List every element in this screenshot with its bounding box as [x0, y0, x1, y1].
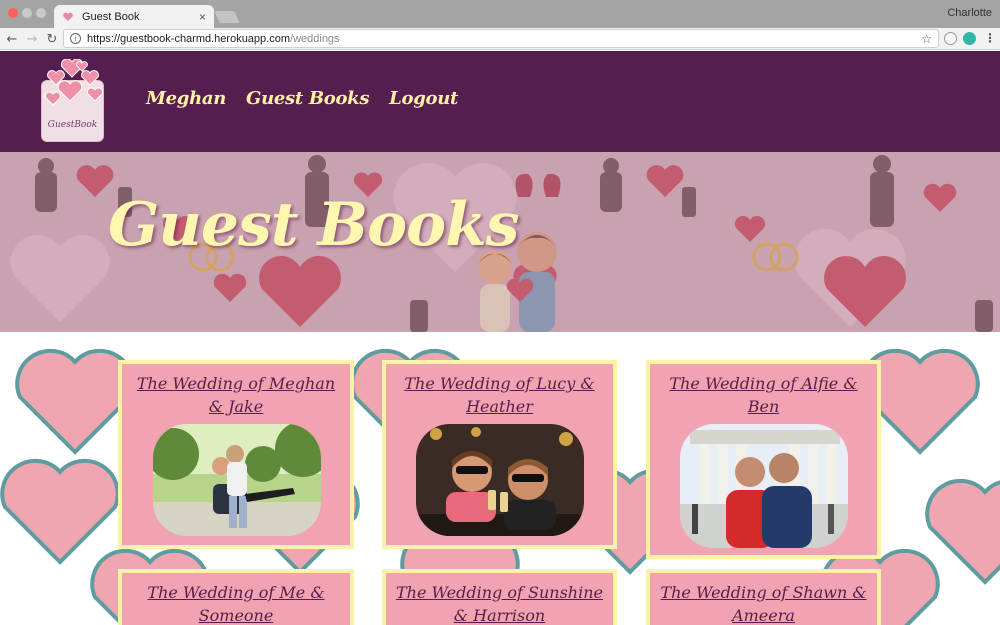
logo-text: GuestBook: [47, 120, 98, 130]
couple-carrying-photo-image: [153, 424, 321, 536]
couple-sunglasses-photo[interactable]: [416, 424, 584, 536]
close-window-button[interactable]: [8, 8, 18, 18]
back-arrow-icon[interactable]: ←: [3, 30, 21, 48]
couple-sunglasses-photo-image: [416, 424, 584, 536]
info-icon[interactable]: i: [70, 33, 81, 44]
browser-tab[interactable]: Guest Book ×: [54, 5, 214, 28]
bookmark-star-icon[interactable]: ☆: [921, 32, 932, 46]
nav-link-logout[interactable]: Logout: [389, 88, 458, 109]
logo-hearts-icon: [45, 59, 103, 106]
tab-close-icon[interactable]: ×: [199, 10, 206, 24]
browser-toolbar: ← → ↻ i https://guestbook-charmd.herokua…: [0, 28, 1000, 50]
guestbook-card[interactable]: The Wedding of Meghan & Jake: [118, 360, 354, 549]
extension-circle-icon[interactable]: [944, 32, 957, 45]
new-tab-button[interactable]: [214, 11, 240, 23]
couple-courthouse-photo-image: [680, 424, 848, 548]
couple-courthouse-photo[interactable]: [680, 424, 848, 548]
zoom-window-button[interactable]: [36, 8, 46, 18]
extension-teal-icon[interactable]: [963, 32, 976, 45]
card-title-link[interactable]: The Wedding of Alfie & Ben: [650, 364, 877, 418]
guestbook-logo[interactable]: GuestBook: [40, 59, 105, 143]
guest-books-content: The Wedding of Meghan & Jake The Wedding…: [0, 332, 1000, 625]
url-text[interactable]: https://guestbook-charmd.herokuapp.com/w…: [87, 33, 921, 45]
couple-carrying-photo[interactable]: [153, 424, 321, 536]
nav-links: Meghan Guest Books Logout: [146, 88, 458, 109]
card-title-link[interactable]: The Wedding of Shawn & Ameera: [650, 573, 877, 625]
card-title-link[interactable]: The Wedding of Lucy & Heather: [386, 364, 613, 418]
card-title-link[interactable]: The Wedding of Me & Someone: [122, 573, 350, 625]
forward-arrow-icon[interactable]: →: [23, 30, 41, 48]
browser-menu-icon[interactable]: ⋮: [984, 31, 996, 45]
guestbook-card[interactable]: The Wedding of Shawn & Ameera: [646, 569, 881, 625]
profile-name[interactable]: Charlotte: [947, 7, 992, 19]
nav-link-profile[interactable]: Meghan: [146, 88, 226, 109]
guestbook-favicon-icon: [62, 11, 74, 23]
url-path: /weddings: [290, 32, 340, 45]
guestbook-card[interactable]: The Wedding of Lucy & Heather: [382, 360, 617, 549]
browser-tab-bar: Guest Book × Charlotte: [0, 0, 1000, 28]
card-title-link[interactable]: The Wedding of Sunshine & Harrison: [386, 573, 613, 625]
page-title: Guest Books: [108, 190, 520, 260]
address-bar[interactable]: i https://guestbook-charmd.herokuapp.com…: [63, 29, 939, 48]
reload-icon[interactable]: ↻: [43, 30, 61, 48]
guestbook-card[interactable]: The Wedding of Sunshine & Harrison: [382, 569, 617, 625]
site-navbar: GuestBook Meghan Guest Books Logout: [0, 51, 1000, 152]
guestbook-card[interactable]: The Wedding of Me & Someone: [118, 569, 354, 625]
card-title-link[interactable]: The Wedding of Meghan & Jake: [122, 364, 350, 418]
url-base: https://guestbook-charmd.herokuapp.com: [87, 32, 291, 45]
tab-title: Guest Book: [82, 10, 140, 23]
guestbook-card[interactable]: The Wedding of Alfie & Ben: [646, 360, 881, 559]
minimize-window-button[interactable]: [22, 8, 32, 18]
nav-link-guest-books[interactable]: Guest Books: [246, 88, 369, 109]
